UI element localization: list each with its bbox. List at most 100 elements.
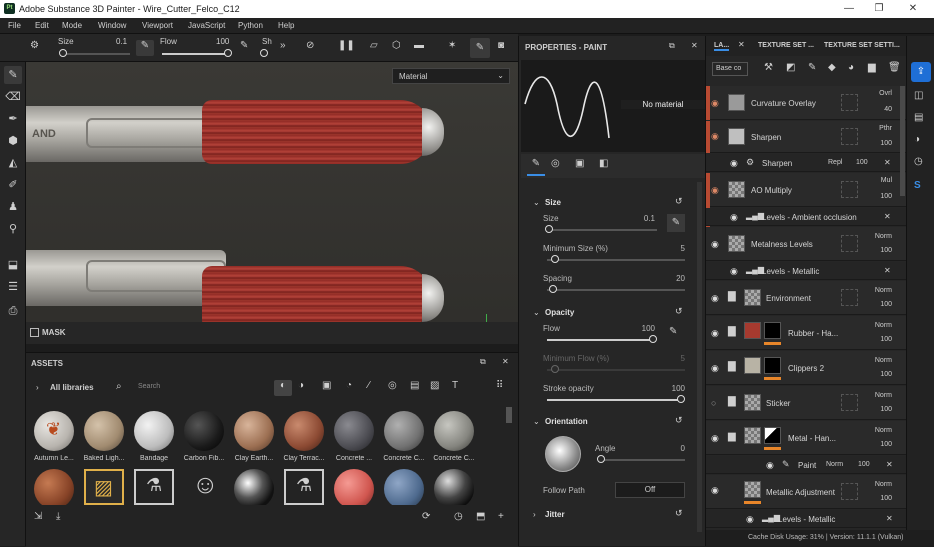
layers-scrollbar[interactable]: [900, 86, 905, 196]
visibility-eye-icon[interactable]: ◉: [730, 212, 738, 223]
reset-jitter-icon[interactable]: ↺: [675, 508, 683, 519]
toolbar-flow-value[interactable]: 100: [216, 37, 229, 46]
remove-effect-icon[interactable]: ✕: [884, 212, 891, 221]
polygon-fill-icon[interactable]: ◭: [4, 154, 22, 172]
float-panel-icon[interactable]: ⧉: [480, 357, 486, 367]
no-symmetry-icon[interactable]: ⊘: [306, 40, 314, 51]
layer-row[interactable]: ◉ Curvature Overlay Ovrl 40: [706, 86, 906, 120]
spacing-slider[interactable]: [547, 289, 685, 291]
opacity-section[interactable]: Opacity: [545, 308, 574, 317]
asset-thumb-5[interactable]: [234, 411, 274, 451]
flow-pressure-icon[interactable]: ✎: [669, 326, 677, 337]
stencil-tab-icon[interactable]: ▣: [575, 158, 584, 169]
add-effect-icon[interactable]: ⚒: [764, 62, 773, 73]
orientation-section[interactable]: Orientation: [545, 417, 588, 426]
mask-label[interactable]: MASK: [42, 328, 66, 337]
blend-mode[interactable]: Norm: [875, 357, 892, 364]
toolbar-flow-knob[interactable]: [224, 49, 232, 57]
effect-blend[interactable]: Norm: [826, 461, 843, 468]
layer-opacity[interactable]: 100: [880, 247, 892, 254]
asset-thumb-14[interactable]: [234, 469, 274, 509]
size-knob[interactable]: [545, 225, 553, 233]
menu-viewport[interactable]: Viewport: [142, 21, 173, 30]
close-assets-icon[interactable]: ✕: [502, 357, 509, 366]
asset-thumb-17[interactable]: [384, 469, 424, 509]
assets-search-input[interactable]: Search: [132, 379, 272, 395]
remove-effect-icon[interactable]: ✕: [886, 460, 893, 469]
filter-fonts-icon[interactable]: T: [452, 380, 458, 391]
size-value[interactable]: 0.1: [625, 214, 655, 223]
menu-file[interactable]: File: [8, 21, 21, 30]
chevron-down-icon[interactable]: ⌄: [533, 417, 540, 426]
assets-scrollbar[interactable]: [506, 407, 512, 423]
filter-environments-icon[interactable]: ▨: [430, 380, 439, 391]
screenshot-icon[interactable]: ◙: [498, 40, 504, 51]
visibility-eye-icon[interactable]: ◉: [711, 485, 719, 496]
chevron-right-icon[interactable]: ›: [36, 383, 39, 392]
measure-icon[interactable]: ☰: [4, 278, 22, 296]
pause-icon[interactable]: ❚❚: [338, 40, 355, 51]
menu-help[interactable]: Help: [278, 21, 294, 30]
eraser-icon[interactable]: ⌫: [4, 88, 22, 106]
size-section[interactable]: Size: [545, 198, 561, 207]
follow-path-toggle[interactable]: Off: [615, 482, 685, 498]
asset-thumb-7[interactable]: [334, 411, 374, 451]
close-icon[interactable]: ✕: [898, 2, 928, 16]
visibility-eye-icon[interactable]: ◉: [746, 514, 754, 525]
toolbar-sh-knob[interactable]: [260, 49, 268, 57]
add-asset-icon[interactable]: +: [498, 511, 504, 522]
brush-tab-icon[interactable]: ✎: [527, 158, 545, 176]
angle-slider[interactable]: [599, 459, 685, 461]
visibility-eye-icon[interactable]: ◉: [711, 239, 719, 250]
tab-layers[interactable]: LA...: [714, 42, 730, 51]
add-mask-icon[interactable]: ◩: [786, 62, 795, 73]
layer-row[interactable]: ◉ ▆ Metal - Han... Norm 100: [706, 421, 906, 455]
visibility-eye-icon[interactable]: ◉: [730, 158, 738, 169]
effect-opacity[interactable]: 100: [858, 461, 870, 468]
layer-opacity[interactable]: 100: [880, 140, 892, 147]
menu-python[interactable]: Python: [238, 21, 263, 30]
layer-row[interactable]: ○ ▇ Sticker Norm 100: [706, 386, 906, 420]
properties-dock-icon[interactable]: ▤: [914, 112, 923, 123]
grid-view-icon[interactable]: ⠿: [496, 380, 503, 391]
menu-javascript[interactable]: JavaScript: [188, 21, 225, 30]
tab-texture-set-settings[interactable]: TEXTURE SET SETTI...: [824, 42, 900, 49]
delete-layer-icon[interactable]: 🗑: [888, 62, 901, 73]
stroke-opacity-value[interactable]: 100: [655, 384, 685, 393]
flow-slider[interactable]: [547, 339, 655, 341]
refresh-icon[interactable]: ⟳: [422, 511, 430, 522]
effect-row[interactable]: ◉ ✎ Paint Norm 100 ✕: [706, 456, 906, 474]
camera-icon[interactable]: ▬: [414, 40, 424, 51]
pen-flow-icon[interactable]: ✎: [240, 40, 248, 51]
effect-row[interactable]: ◉ ▂▄▆ Levels - Ambient occlusion ✕: [706, 208, 906, 226]
layer-opacity[interactable]: 100: [880, 301, 892, 308]
layer-row[interactable]: ◉ ▇ Clippers 2 Norm 100: [706, 351, 906, 385]
pen-pressure-icon[interactable]: ✎: [136, 40, 154, 56]
filter-alphas-icon[interactable]: ◎: [388, 380, 397, 391]
geometry-mask-icon[interactable]: ⬢: [4, 132, 22, 150]
asset-thumb-11[interactable]: ▨: [84, 469, 124, 505]
asset-thumb-16[interactable]: [334, 469, 374, 509]
layer-opacity[interactable]: 100: [880, 495, 892, 502]
blend-mode[interactable]: Norm: [875, 322, 892, 329]
blend-mode[interactable]: Norm: [875, 392, 892, 399]
paint-brush-icon[interactable]: ✎: [4, 66, 22, 84]
blend-mode[interactable]: Norm: [875, 427, 892, 434]
blend-mode[interactable]: Norm: [875, 233, 892, 240]
effect-row[interactable]: ◉ ▂▄▆ Levels - Metallic ✕: [706, 510, 906, 528]
stroke-opacity-slider[interactable]: [547, 399, 683, 401]
props-scrollbar[interactable]: [697, 182, 702, 532]
history-dock-icon[interactable]: ◷: [914, 156, 923, 167]
float-props-icon[interactable]: ⧉: [669, 41, 675, 51]
material-dropdown[interactable]: Material ⌄: [392, 68, 510, 84]
visibility-eye-icon[interactable]: ◉: [711, 363, 719, 374]
filter-all-icon[interactable]: ◐: [274, 380, 292, 396]
smudge-icon[interactable]: ✐: [4, 176, 22, 194]
layer-row[interactable]: ◉ Metalness Levels Norm 100: [706, 227, 906, 261]
layer-row[interactable]: ◉ AO Multiply Mul 100: [706, 173, 906, 227]
asset-thumb-1[interactable]: ❦: [34, 411, 74, 451]
material-tab-icon[interactable]: ◎: [551, 158, 560, 169]
add-fill-layer-icon[interactable]: ◆: [828, 62, 836, 73]
effect-row[interactable]: ◉ ⚙ Sharpen Repl 100 ✕: [706, 154, 906, 172]
selection-icon[interactable]: ▱: [370, 40, 378, 51]
